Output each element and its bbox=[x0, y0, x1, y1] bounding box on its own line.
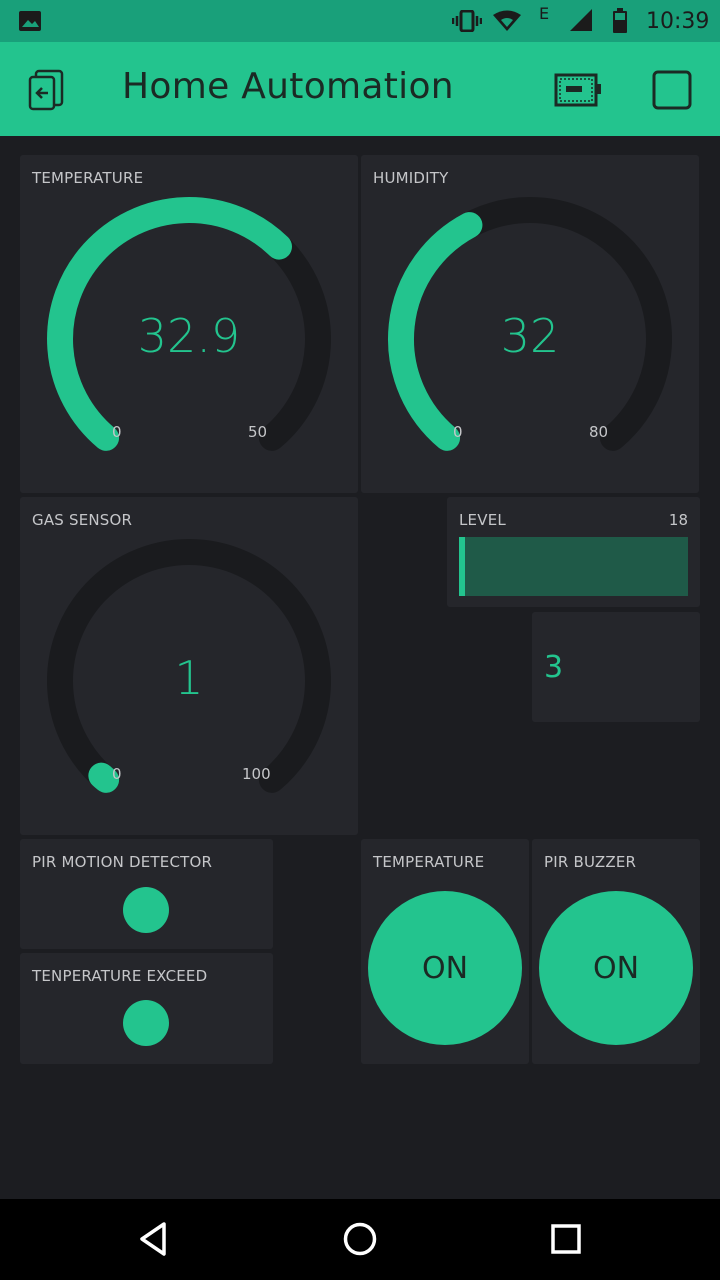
signal-icon bbox=[568, 0, 594, 42]
battery-icon bbox=[612, 0, 628, 42]
gas-sensor-gauge-value: 1 bbox=[174, 651, 204, 705]
humidity-gauge-min: 0 bbox=[453, 423, 463, 441]
recents-icon[interactable] bbox=[544, 1217, 588, 1261]
wifi-icon bbox=[492, 0, 522, 42]
back-icon[interactable] bbox=[131, 1217, 175, 1261]
temperature-toggle-button[interactable]: ON bbox=[368, 891, 522, 1045]
exit-icon[interactable] bbox=[24, 66, 72, 114]
temperature-exceed-led-label: TENPERATURE EXCEED bbox=[32, 967, 208, 985]
temperature-gauge-max: 50 bbox=[248, 423, 268, 441]
navigation-bar bbox=[0, 1199, 720, 1280]
vibrate-icon bbox=[452, 0, 482, 42]
gas-sensor-gauge-card[interactable]: GAS SENSOR 1 0 100 bbox=[20, 497, 358, 835]
level-bar-card[interactable]: LEVEL 18 bbox=[447, 497, 700, 607]
humidity-gauge-max: 80 bbox=[589, 423, 609, 441]
level-bar-track bbox=[459, 537, 688, 596]
gas-sensor-gauge-min: 0 bbox=[112, 765, 122, 783]
temperature-button-card: TEMPERATURE ON bbox=[361, 839, 529, 1064]
app-title: Home Automation bbox=[122, 66, 454, 107]
level-bar-value: 18 bbox=[668, 511, 688, 529]
pir-led bbox=[123, 887, 169, 933]
temperature-gauge-min: 0 bbox=[112, 423, 122, 441]
temperature-exceed-led-card[interactable]: TENPERATURE EXCEED bbox=[20, 953, 273, 1064]
stop-icon[interactable] bbox=[648, 66, 696, 114]
device-icon[interactable] bbox=[552, 66, 604, 114]
pir-buzzer-toggle-button[interactable]: ON bbox=[539, 891, 693, 1045]
home-icon[interactable] bbox=[338, 1217, 382, 1261]
level-bar-label: LEVEL bbox=[459, 511, 506, 529]
humidity-gauge-card[interactable]: HUMIDITY 32 0 80 bbox=[361, 155, 699, 493]
pir-buzzer-button-card: PIR BUZZER ON bbox=[532, 839, 700, 1064]
pir-led-card[interactable]: PIR MOTION DETECTOR bbox=[20, 839, 273, 949]
clock: 10:39 bbox=[646, 8, 710, 34]
network-type-label: E bbox=[539, 3, 550, 23]
pir-buzzer-button-label: PIR BUZZER bbox=[544, 853, 637, 871]
image-icon bbox=[18, 0, 42, 42]
temperature-button-label: TEMPERATURE bbox=[373, 853, 485, 871]
temperature-gauge-value: 32.9 bbox=[137, 309, 241, 363]
status-bar: E 10:39 bbox=[0, 0, 720, 42]
app-bar: Home Automation bbox=[0, 42, 720, 136]
value-display: 3 bbox=[544, 650, 564, 685]
temperature-exceed-led bbox=[123, 1000, 169, 1046]
humidity-gauge-value: 32 bbox=[500, 309, 560, 363]
pir-led-label: PIR MOTION DETECTOR bbox=[32, 853, 213, 871]
level-bar-fill bbox=[459, 537, 465, 596]
value-display-card[interactable]: 3 bbox=[532, 612, 700, 722]
gas-sensor-gauge-max: 100 bbox=[242, 765, 271, 783]
temperature-gauge-card[interactable]: TEMPERATURE 32.9 0 50 bbox=[20, 155, 358, 493]
